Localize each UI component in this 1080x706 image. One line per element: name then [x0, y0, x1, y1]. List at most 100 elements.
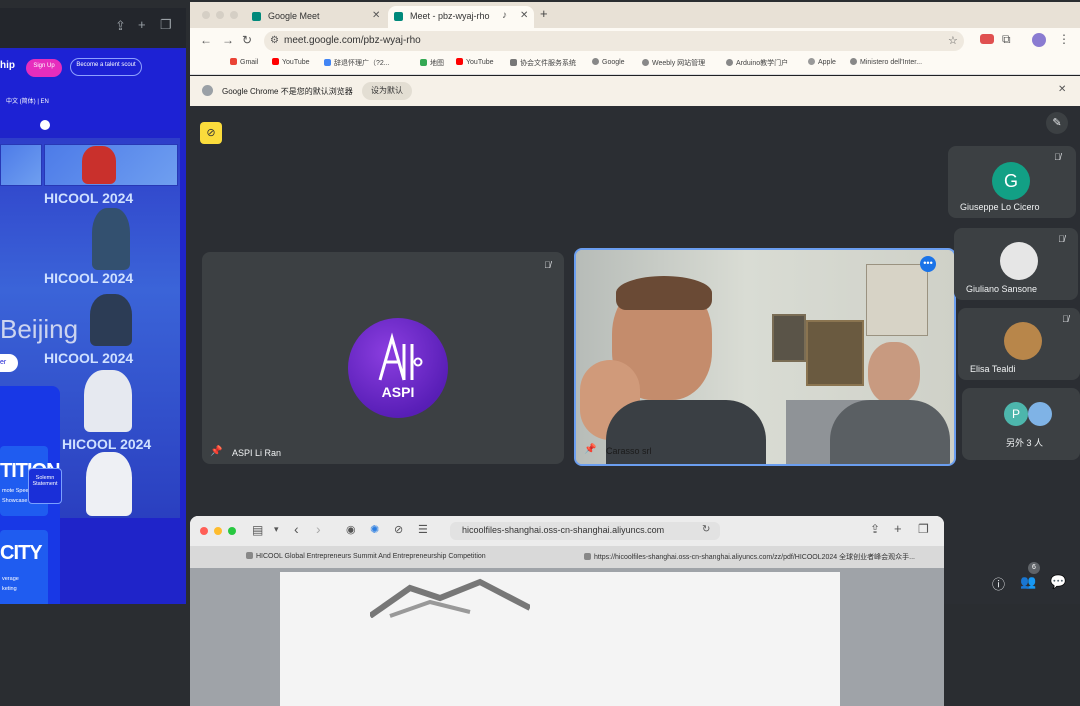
solemn-statement-button[interactable]: Solemn Statement — [28, 468, 62, 504]
muted-mic-icon: 🎙̸ — [1058, 234, 1065, 244]
chat-icon[interactable]: 💬 — [1050, 574, 1066, 590]
left-button[interactable]: er — [0, 354, 18, 372]
tab-google-meet[interactable]: Google Meet ✕ — [246, 6, 386, 28]
tabs-overview-icon[interactable]: ❐ — [160, 17, 172, 33]
reader-icon[interactable]: ☰ — [418, 523, 428, 536]
bookmark-youtube[interactable]: YouTube — [272, 58, 310, 66]
bookmark-gmail[interactable]: Gmail — [230, 58, 258, 66]
safari-close-button[interactable] — [200, 527, 208, 535]
window-zoom-button[interactable] — [230, 11, 238, 19]
pdf-map-graphic — [370, 578, 530, 618]
bookmark-ministero[interactable]: Ministero dell'Inter... — [850, 58, 922, 66]
bookmark-weebly[interactable]: Weebly 网站管理 — [642, 58, 705, 68]
bookmark-star-icon[interactable]: ☆ — [948, 34, 958, 47]
tab-close-icon[interactable]: ✕ — [372, 10, 380, 21]
signup-button[interactable]: Sign Up — [26, 59, 62, 77]
set-default-button[interactable]: 设为默认 — [362, 82, 412, 100]
person-figure — [90, 294, 132, 346]
extension-icon[interactable] — [980, 34, 994, 44]
shield-icon[interactable]: ⊘ — [394, 523, 403, 536]
person-figure — [84, 370, 132, 432]
safari-address-bar[interactable]: hicoolfiles-shanghai.oss-cn-shanghai.ali… — [450, 522, 720, 540]
forward-icon[interactable]: → — [222, 33, 234, 47]
bookmark-youtube[interactable]: YouTube — [456, 58, 494, 66]
share-icon[interactable]: ⇪ — [870, 522, 880, 536]
window-close-button[interactable] — [202, 11, 210, 19]
edit-layout-icon[interactable]: ✎ — [1046, 112, 1068, 134]
participant-count-badge: 6 — [1028, 562, 1040, 574]
no-camera-icon[interactable]: ⊘ — [200, 122, 222, 144]
bookmark-item[interactable]: 协会文件服务系统 — [510, 58, 576, 68]
bookmark-label: 辞退怀理广（?2... — [334, 60, 390, 67]
toggle-icon[interactable] — [40, 120, 50, 130]
back-icon[interactable]: ‹ — [294, 521, 299, 537]
picture-frame — [806, 320, 864, 386]
chrome-menu-icon[interactable]: ⋮ — [1058, 32, 1070, 46]
new-tab-button[interactable]: + — [540, 6, 548, 21]
folder-icon — [324, 59, 331, 66]
reload-icon[interactable]: ↻ — [702, 524, 710, 535]
forward-icon[interactable]: › — [316, 521, 321, 537]
pin-icon[interactable]: 📌 — [210, 446, 222, 457]
participant-tile-others[interactable]: P 另外 3 人 — [962, 388, 1080, 460]
site-brand: hip — [0, 60, 15, 71]
tab-meet-active[interactable]: Meet - pbz-wyaj-rho ♪ ✕ — [388, 6, 534, 28]
privacy-icon[interactable]: ◉ — [346, 523, 356, 536]
window-minimize-button[interactable] — [216, 11, 224, 19]
language-switch[interactable]: 中文 (简体) | EN — [6, 96, 49, 105]
infobar-close-icon[interactable]: ✕ — [1058, 84, 1066, 95]
aspi-logo-mark — [378, 332, 423, 381]
safari-tab-hicool[interactable]: HICOOL Global Entrepreneurs Summit And E… — [246, 552, 486, 560]
muted-mic-icon: 🎙̸ — [544, 260, 551, 270]
profile-avatar[interactable] — [1032, 33, 1046, 47]
bookmark-item[interactable]: 辞退怀理广（?2... — [324, 58, 390, 68]
address-bar[interactable]: ⚙ meet.google.com/pbz-wyaj-rho ☆ — [264, 31, 964, 51]
competition-line: Showcase — [2, 498, 28, 504]
participant-tile-giuseppe[interactable]: 🎙̸ G Giuseppe Lo Cicero — [948, 146, 1076, 218]
left-browser-window: ⇪ + ❐ hip Sign Up Become a talent scout … — [0, 8, 186, 604]
sidebar-icon[interactable]: ▤ — [252, 523, 263, 537]
share-icon[interactable]: ⇪ — [115, 18, 126, 34]
talent-scout-button[interactable]: Become a talent scout — [70, 58, 142, 76]
tabs-overview-icon[interactable]: ❐ — [918, 522, 929, 536]
participant-name: Carasso srl — [606, 446, 652, 456]
bookmark-label: 地图 — [430, 60, 444, 67]
tab-label: https://hicoolfiles-shanghai.oss-cn-shan… — [594, 554, 915, 561]
bookmark-apple[interactable]: Apple — [808, 58, 836, 66]
participant-tile-elisa[interactable]: 🎙̸ Elisa Tealdi — [958, 308, 1080, 380]
meeting-info-icon[interactable]: ⓘ — [992, 574, 1005, 593]
person-figure — [92, 208, 130, 270]
back-icon[interactable]: ← — [200, 33, 212, 47]
bookmark-label: 协会文件服务系统 — [520, 60, 576, 67]
chevron-down-icon[interactable]: ▾ — [274, 524, 279, 535]
bookmark-maps[interactable]: 地图 — [420, 58, 444, 68]
participant-tile-carasso[interactable]: ••• 📌 Carasso srl — [574, 248, 956, 466]
extension-icon[interactable]: ✺ — [370, 523, 379, 536]
safari-minimize-button[interactable] — [214, 527, 222, 535]
person-figure — [86, 452, 132, 516]
new-tab-icon[interactable]: + — [138, 17, 146, 32]
bookmark-arduino[interactable]: Arduino教学门户 — [726, 58, 788, 68]
favicon-icon — [584, 553, 591, 560]
reload-icon[interactable]: ↻ — [242, 33, 252, 47]
participant-name: Elisa Tealdi — [970, 364, 1016, 374]
globe-icon — [726, 59, 733, 66]
new-tab-icon[interactable]: + — [894, 521, 902, 536]
audio-playing-icon[interactable]: ♪ — [502, 10, 507, 21]
safari-zoom-button[interactable] — [228, 527, 236, 535]
participant-tile-aspi[interactable]: 🎙̸ ASPI 📌 ASPI Li Ran — [202, 252, 564, 464]
tab-close-icon[interactable]: ✕ — [520, 10, 528, 21]
bookmark-google[interactable]: Google — [592, 58, 625, 66]
participant-tile-giuliano[interactable]: 🎙̸ Giuliano Sansone — [954, 228, 1078, 300]
more-options-icon[interactable]: ••• — [920, 256, 936, 272]
pin-icon[interactable]: 📌 — [584, 444, 596, 455]
safari-tab-pdf[interactable]: https://hicoolfiles-shanghai.oss-cn-shan… — [584, 552, 915, 562]
doc-icon — [510, 59, 517, 66]
meet-stage: ⊘ ✎ 🎙̸ ASPI 📌 ASPI Li Ran ••• 📌 Carasso … — [190, 106, 1080, 706]
people-icon[interactable]: 👥 — [1020, 574, 1036, 590]
extensions-puzzle-icon[interactable]: ⧉ — [1002, 32, 1011, 47]
site-info-icon[interactable]: ⚙ — [270, 35, 279, 46]
aspi-logo: ASPI — [348, 318, 448, 418]
bookmarks-bar: Gmail YouTube 辞退怀理广（?2... 地图 YouTube 协会文… — [190, 54, 1080, 75]
aspi-logo-text: ASPI — [381, 384, 415, 400]
